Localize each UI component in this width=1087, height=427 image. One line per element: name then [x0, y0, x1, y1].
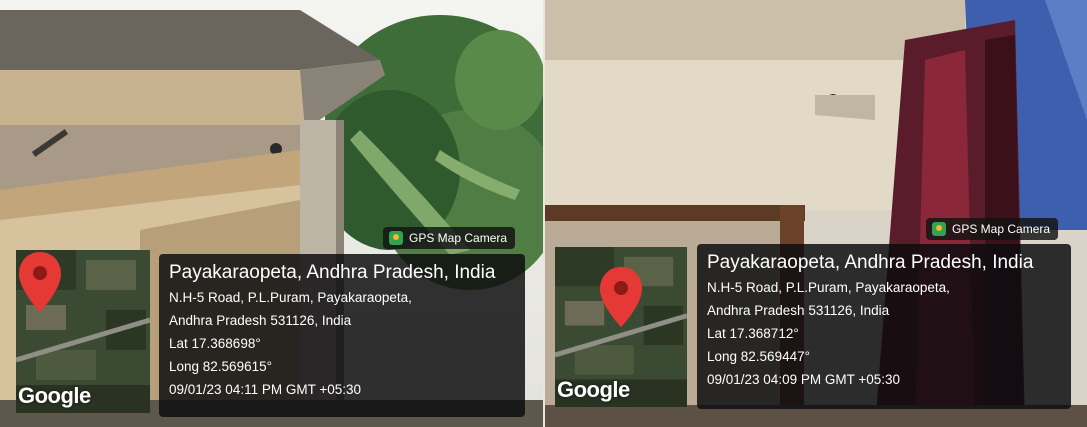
map-pin-icon [19, 252, 61, 312]
map-pin-icon [600, 267, 642, 327]
address-line-1: N.H-5 Road, P.L.Puram, Payakaraopeta, [169, 290, 412, 305]
gps-map-camera-logo-icon [932, 222, 946, 236]
longitude: Long 82.569447° [707, 349, 810, 364]
google-logo: Google [18, 383, 91, 408]
gps-map-camera-tag: GPS Map Camera [926, 218, 1059, 240]
latitude: Lat 17.368712° [707, 326, 799, 341]
address-line-1: N.H-5 Road, P.L.Puram, Payakaraopeta, [707, 280, 950, 295]
address-line-2: Andhra Pradesh 531126, India [169, 313, 352, 328]
gps-map-camera-logo-icon [389, 231, 403, 245]
gps-map-camera-tag: GPS Map Camera [383, 227, 516, 249]
place-name: Payakaraopeta, Andhra Pradesh, India [169, 262, 496, 283]
longitude: Long 82.569615° [169, 359, 272, 374]
map-thumbnail: Google [555, 247, 687, 407]
timestamp: 09/01/23 04:09 PM GMT +05:30 [707, 372, 901, 387]
location-info-panel: Payakaraopeta, Andhra Pradesh, India N.H… [159, 254, 525, 417]
photo-left: GPS Map Camera Google Payakaraopeta, And… [0, 0, 543, 427]
google-logo: Google [557, 377, 630, 402]
photo-right: GPS Map Camera Google Payakaraopeta, And… [545, 0, 1087, 427]
map-thumbnail: Google [16, 250, 150, 413]
location-info-panel: Payakaraopeta, Andhra Pradesh, India N.H… [697, 244, 1071, 409]
gps-tag-label: GPS Map Camera [952, 222, 1051, 236]
timestamp: 09/01/23 04:11 PM GMT +05:30 [169, 382, 361, 397]
place-name: Payakaraopeta, Andhra Pradesh, India [707, 252, 1034, 273]
address-line-2: Andhra Pradesh 531126, India [707, 303, 890, 318]
gps-tag-label: GPS Map Camera [409, 231, 508, 245]
latitude: Lat 17.368698° [169, 336, 261, 351]
